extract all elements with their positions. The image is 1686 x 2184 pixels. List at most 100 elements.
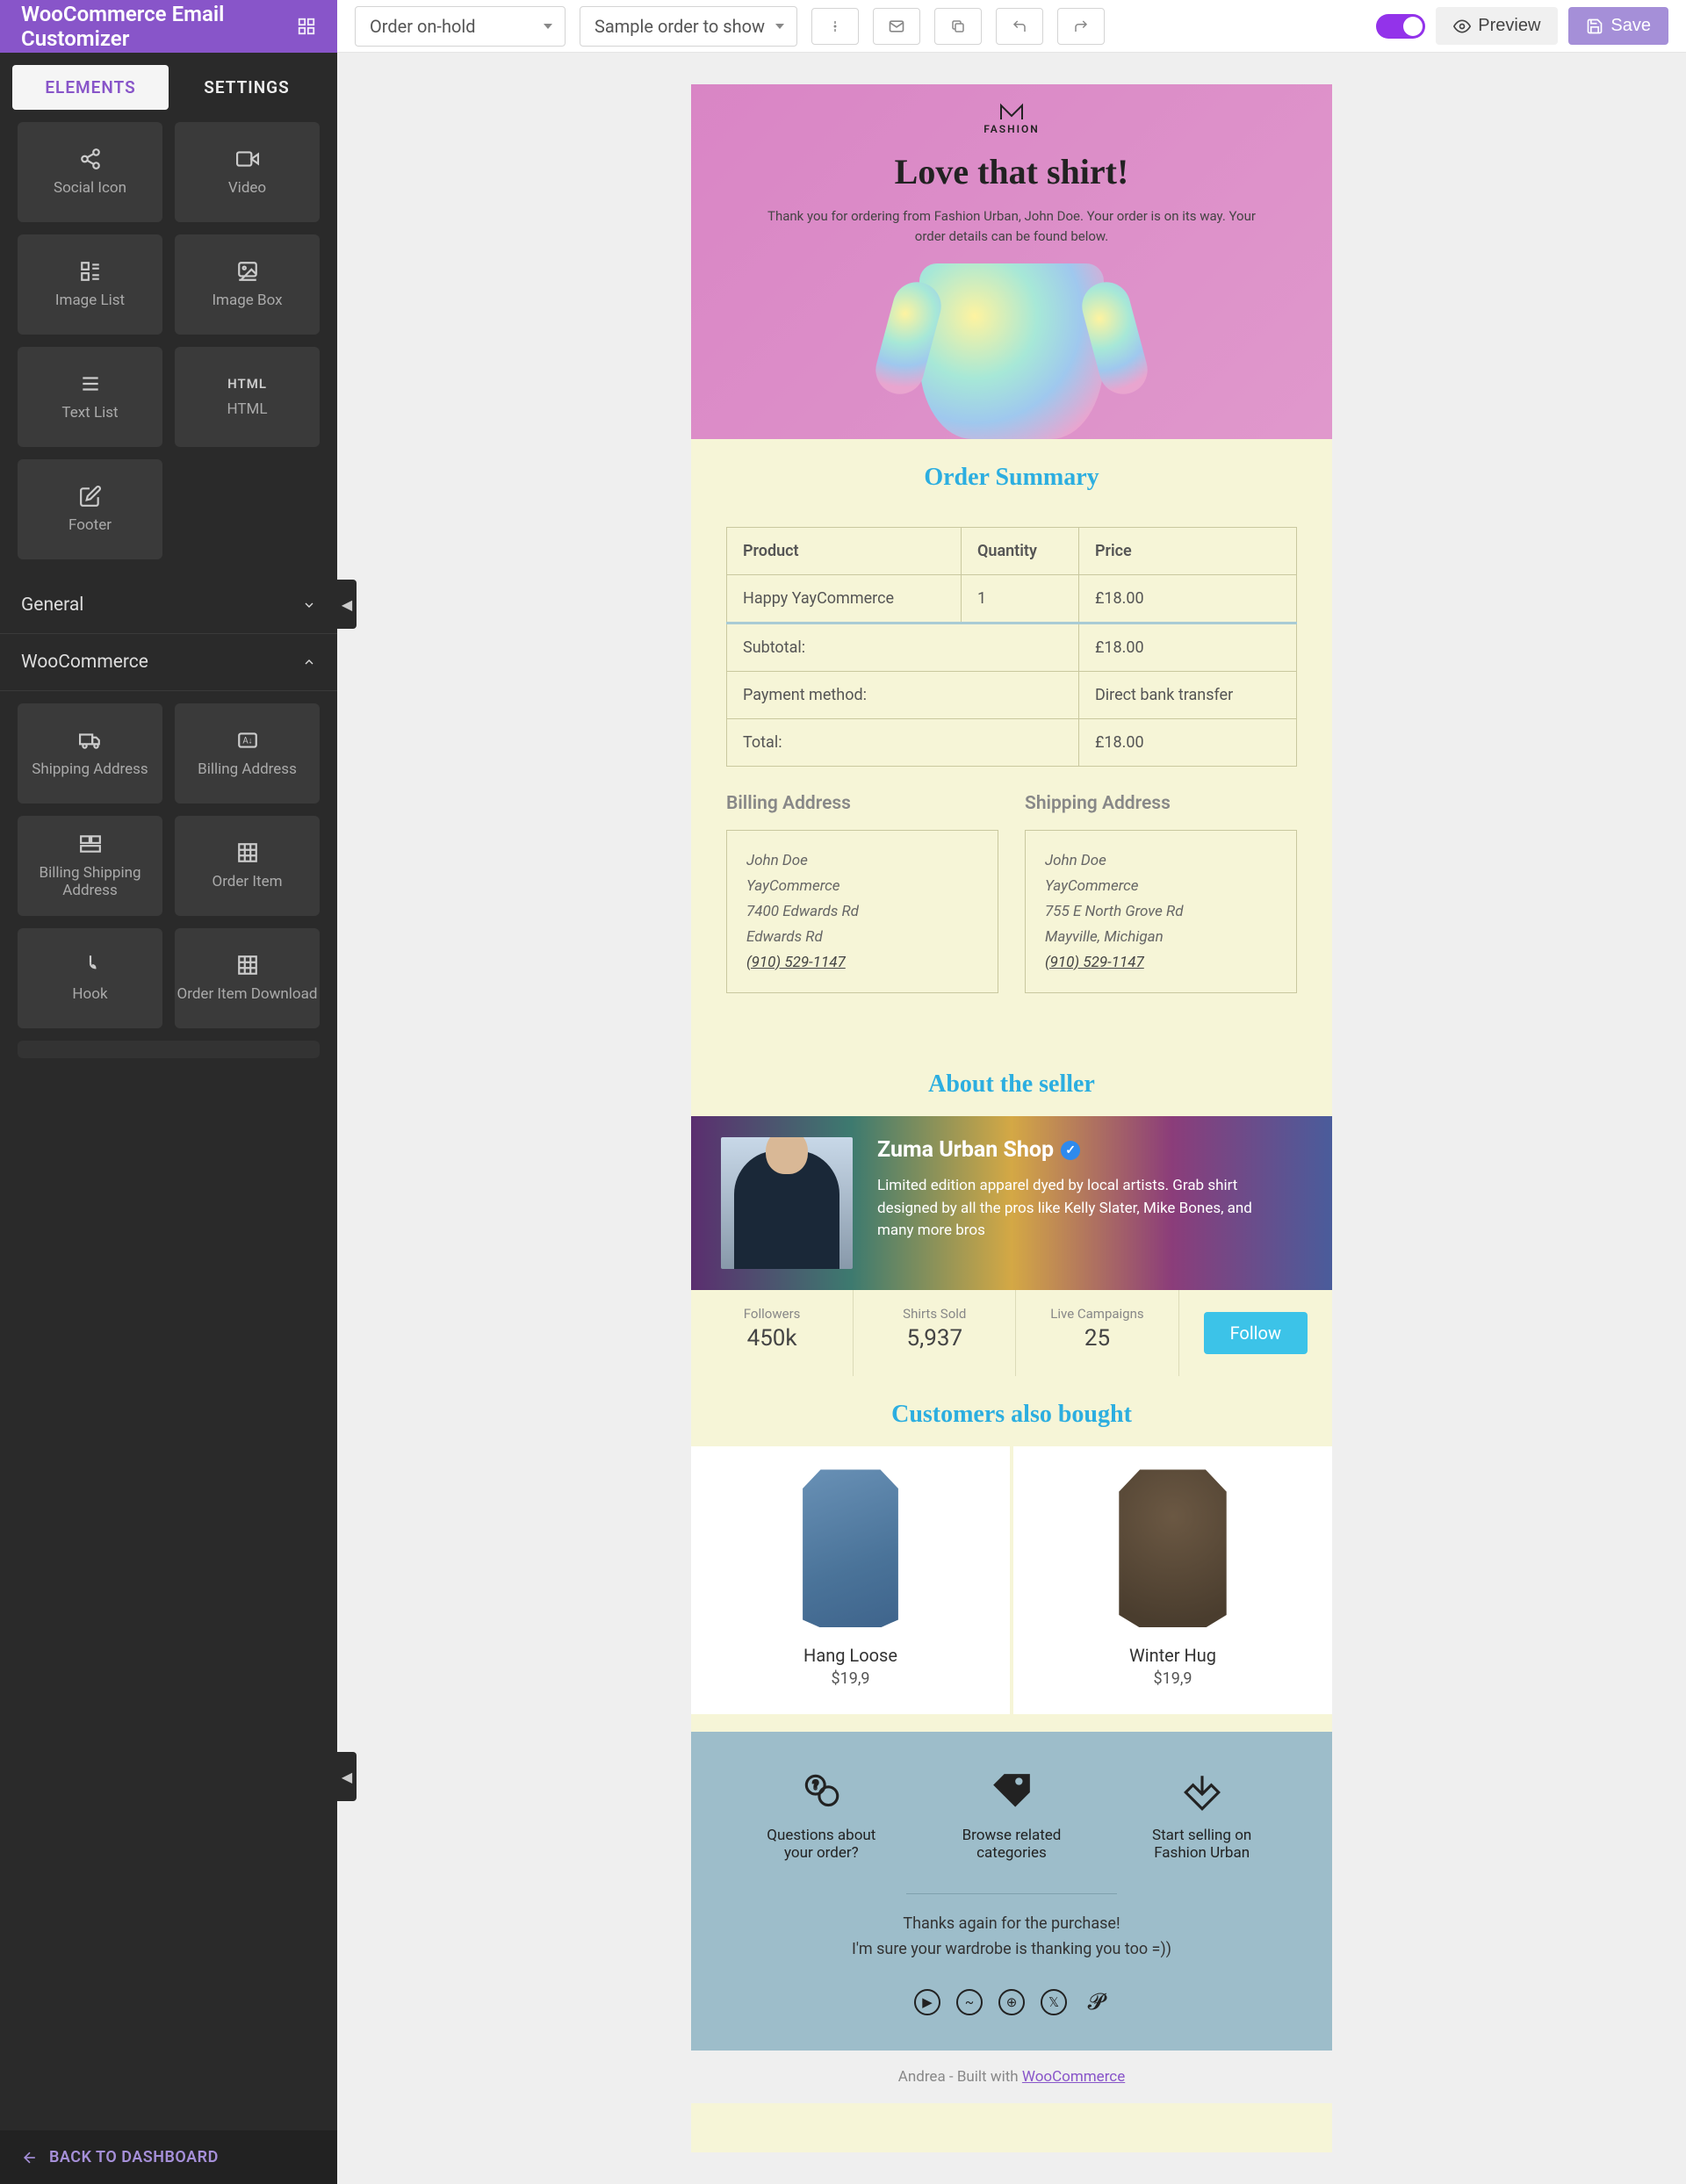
billing-title: Billing Address [726, 793, 998, 814]
element-image-list[interactable]: Image List [18, 234, 162, 335]
footer-link-label: Start selling on Fashion Urban [1132, 1827, 1272, 1862]
svg-text:?: ? [813, 1779, 818, 1792]
stat-value: 5,937 [862, 1325, 1006, 1351]
element-billing-address[interactable]: A↓Billing Address [175, 703, 320, 804]
element-image-box[interactable]: Image Box [175, 234, 320, 335]
email-preview: FASHION Love that shirt! Thank you for o… [691, 84, 1332, 2152]
tab-elements[interactable]: ELEMENTS [12, 65, 169, 110]
section-general[interactable]: General [0, 577, 337, 634]
billing-line1: 7400 Edwards Rd [746, 899, 978, 925]
redo-button[interactable] [1057, 8, 1105, 45]
sample-order-select[interactable]: Sample order to show [580, 6, 797, 47]
save-button[interactable]: Save [1568, 7, 1668, 45]
section-woocommerce[interactable]: WooCommerce [0, 634, 337, 691]
payment-label: Payment method: [727, 672, 1079, 719]
footer-link-questions[interactable]: ? Questions about your order? [751, 1770, 891, 1862]
th-price: Price [1078, 528, 1296, 575]
element-html[interactable]: HTMLHTML [175, 347, 320, 447]
element-partial[interactable] [18, 1041, 320, 1058]
email-hero: FASHION Love that shirt! Thank you for o… [691, 84, 1332, 439]
info-button[interactable] [811, 8, 859, 45]
element-shipping-address[interactable]: Shipping Address [18, 703, 162, 804]
woocommerce-link[interactable]: WooCommerce [1022, 2068, 1125, 2086]
seller-avatar [721, 1137, 853, 1269]
youtube-icon[interactable]: ▶ [914, 1989, 940, 2015]
billing-phone[interactable]: (910) 529-1147 [746, 950, 978, 976]
save-label: Save [1610, 16, 1651, 36]
email-title: Love that shirt! [726, 151, 1297, 192]
element-billing-shipping-address[interactable]: Billing Shipping Address [18, 816, 162, 916]
product-image [1099, 1469, 1248, 1627]
tag-icon [990, 1770, 1034, 1814]
seller-stats: Followers450k Shirts Sold5,937 Live Camp… [691, 1290, 1332, 1376]
element-social-icon[interactable]: Social Icon [18, 122, 162, 222]
product-name: Hang Loose [709, 1645, 992, 1666]
seller-name-row: Zuma Urban Shop ✓ [877, 1137, 1281, 1163]
element-label: Order Item [213, 873, 283, 890]
collapse-sidebar[interactable]: ◀ [337, 580, 357, 629]
messenger-icon[interactable]: ~ [956, 1989, 983, 2015]
twitter-icon[interactable]: 𝕏 [1041, 1989, 1067, 2015]
element-order-item-download[interactable]: Order Item Download [175, 928, 320, 1028]
element-order-item[interactable]: Order Item [175, 816, 320, 916]
back-label: BACK TO DASHBOARD [49, 2148, 219, 2166]
web-icon[interactable]: ⊕ [998, 1989, 1025, 2015]
element-hook[interactable]: Hook [18, 928, 162, 1028]
hook-icon [79, 954, 102, 977]
element-text-list[interactable]: Text List [18, 347, 162, 447]
shipping-title: Shipping Address [1025, 793, 1297, 814]
pinterest-icon[interactable]: 𝓟 [1083, 1989, 1109, 2015]
video-icon [236, 148, 259, 170]
shipping-company: YayCommerce [1045, 874, 1277, 899]
product-price: $19,9 [1031, 1669, 1315, 1688]
stat-value: 450k [700, 1325, 844, 1351]
preview-toggle[interactable] [1376, 14, 1425, 39]
preview-button[interactable]: Preview [1436, 7, 1558, 45]
social-icons: ▶ ~ ⊕ 𝕏 𝓟 [726, 1989, 1297, 2015]
shipping-address: John Doe YayCommerce 755 E North Grove R… [1025, 830, 1297, 993]
collapse-sidebar-2[interactable]: ◀ [337, 1752, 357, 1801]
download-grid-icon [236, 954, 259, 977]
built-with: Andrea - Built with WooCommerce [691, 2051, 1332, 2103]
billing-address: John Doe YayCommerce 7400 Edwards Rd Edw… [726, 830, 998, 993]
seller-hero: Zuma Urban Shop ✓ Limited edition appare… [691, 1116, 1332, 1290]
combined-address-icon [79, 833, 102, 855]
product-card[interactable]: Hang Loose $19,9 [691, 1446, 1010, 1714]
grid-icon [236, 841, 259, 864]
logo-text: FASHION [984, 123, 1040, 135]
undo-button[interactable] [996, 8, 1043, 45]
follow-button[interactable]: Follow [1204, 1312, 1308, 1354]
element-label: Image List [55, 292, 125, 309]
footer-link-browse[interactable]: Browse related categories [941, 1770, 1082, 1862]
shipping-phone[interactable]: (910) 529-1147 [1045, 950, 1277, 976]
tab-settings[interactable]: SETTINGS [169, 65, 325, 110]
footer-message: Thanks again for the purchase! I'm sure … [726, 1912, 1297, 1963]
mail-button[interactable] [873, 8, 920, 45]
app-title: WooCommerce Email Customizer [21, 2, 297, 51]
product-hero-image [919, 263, 1104, 439]
arrow-left-icon [21, 2149, 39, 2166]
element-label: Billing Address [198, 760, 297, 778]
element-label: Text List [61, 404, 118, 422]
back-to-dashboard[interactable]: BACK TO DASHBOARD [0, 2130, 337, 2184]
billing-company: YayCommerce [746, 874, 978, 899]
order-table: Product Quantity Price Happy YayCommerce… [726, 527, 1297, 767]
footer-link-sell[interactable]: Start selling on Fashion Urban [1132, 1770, 1272, 1862]
preview-area: FASHION Love that shirt! Thank you for o… [337, 53, 1686, 2184]
order-status-select[interactable]: Order on-hold [355, 6, 566, 47]
verified-icon: ✓ [1061, 1141, 1080, 1160]
element-video[interactable]: Video [175, 122, 320, 222]
billing-name: John Doe [746, 848, 978, 874]
product-price: $19,9 [709, 1669, 992, 1688]
copy-button[interactable] [934, 8, 982, 45]
sidebar: ELEMENTS SETTINGS Social Icon Video Imag… [0, 53, 337, 2184]
th-quantity: Quantity [962, 528, 1079, 575]
seller-desc: Limited edition apparel dyed by local ar… [877, 1175, 1281, 1243]
dashboard-icon[interactable] [297, 17, 316, 36]
footer-msg-2: I'm sure your wardrobe is thanking you t… [726, 1937, 1297, 1963]
chevron-up-icon [302, 655, 316, 669]
element-footer[interactable]: Footer [18, 459, 162, 559]
edit-icon [79, 485, 102, 508]
also-bought-title: Customers also bought [691, 1376, 1332, 1446]
product-card[interactable]: Winter Hug $19,9 [1013, 1446, 1332, 1714]
